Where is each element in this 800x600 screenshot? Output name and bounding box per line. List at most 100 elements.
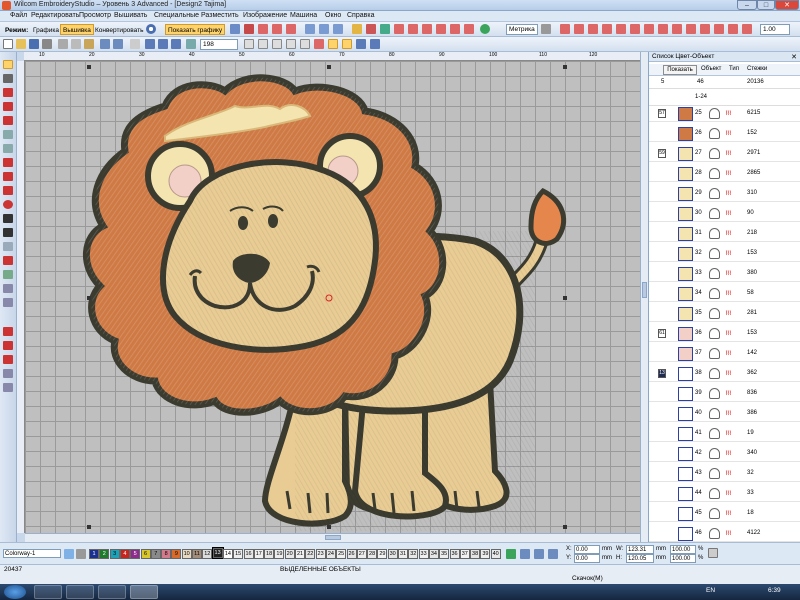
- tatami-icon[interactable]: [272, 24, 282, 34]
- menu-window[interactable]: Окно: [325, 12, 341, 19]
- hoop-icon[interactable]: [258, 39, 268, 49]
- satin-icon[interactable]: [258, 24, 268, 34]
- show-outlines-icon[interactable]: [328, 39, 338, 49]
- group-badge[interactable]: 13: [658, 369, 666, 378]
- globe-icon[interactable]: [146, 24, 156, 34]
- grid-icon[interactable]: [244, 39, 254, 49]
- stitch-edit-icon[interactable]: [3, 88, 13, 97]
- select-arrow-icon[interactable]: [3, 60, 13, 69]
- thread-color-chip[interactable]: 37: [459, 549, 470, 559]
- scale-w-field[interactable]: 100.00: [670, 545, 696, 554]
- show-stitches-icon[interactable]: [314, 39, 324, 49]
- design-canvas[interactable]: [25, 61, 640, 533]
- branch-icon[interactable]: [3, 116, 13, 125]
- object-row[interactable]: 39 ⌇⌇⌇ 836: [649, 386, 800, 402]
- panel-close-icon[interactable]: ✕: [791, 53, 797, 61]
- design-icon[interactable]: [230, 24, 240, 34]
- thread-color-chip[interactable]: 13: [211, 547, 224, 559]
- thread-color-chip[interactable]: 1: [89, 549, 99, 559]
- thread-color-chip[interactable]: 31: [398, 549, 408, 559]
- menu-embroider[interactable]: Вышивать: [114, 12, 147, 19]
- thread-color-chip[interactable]: 33: [418, 549, 429, 559]
- menu-help[interactable]: Справка: [347, 12, 374, 19]
- object-row[interactable]: 61 36 ⌇⌇⌇ 153: [649, 326, 800, 342]
- column-a-icon[interactable]: [3, 172, 13, 181]
- menu-image[interactable]: Изображение: [243, 12, 287, 19]
- object-row[interactable]: 46 ⌇⌇⌇ 4122: [649, 526, 800, 542]
- x-field[interactable]: 0.00: [574, 545, 600, 554]
- copy-icon[interactable]: [71, 39, 81, 49]
- zoom-field[interactable]: 198: [200, 39, 238, 50]
- cross-stitch-icon[interactable]: [714, 24, 724, 34]
- pull-comp-icon[interactable]: [366, 24, 376, 34]
- artistic-icon[interactable]: [370, 39, 380, 49]
- object-row[interactable]: 40 ⌇⌇⌇ 386: [649, 406, 800, 422]
- show-graphics-button[interactable]: Показать графику: [165, 24, 226, 35]
- trim-icon[interactable]: [408, 24, 418, 34]
- realistic-icon[interactable]: [356, 39, 366, 49]
- object-thumbnail[interactable]: [678, 307, 693, 321]
- object-thumbnail[interactable]: [678, 407, 693, 421]
- fill-type-icon[interactable]: [630, 24, 640, 34]
- object-row[interactable]: 31 ⌇⌇⌇ 218: [649, 226, 800, 242]
- connectors-icon[interactable]: [286, 39, 296, 49]
- object-thumbnail[interactable]: [678, 347, 693, 361]
- show-button[interactable]: Показать: [663, 65, 697, 75]
- object-thumbnail[interactable]: [678, 487, 693, 501]
- colorway-icon[interactable]: [64, 549, 74, 559]
- thread-color-chip[interactable]: 35: [439, 549, 450, 559]
- object-thumbnail[interactable]: [678, 447, 693, 461]
- undo-icon[interactable]: [100, 39, 110, 49]
- object-thumbnail[interactable]: [678, 527, 693, 541]
- thread-color-chip[interactable]: 40: [490, 549, 501, 559]
- thread-color-chip[interactable]: 12: [202, 549, 213, 559]
- auto-digitize-icon[interactable]: [3, 256, 13, 265]
- lettering-icon[interactable]: [333, 24, 343, 34]
- thread-color-chip[interactable]: 11: [192, 549, 202, 559]
- object-row[interactable]: 45 ⌇⌇⌇ 18: [649, 506, 800, 522]
- thread-add-icon[interactable]: [548, 549, 558, 559]
- columns-icon[interactable]: [728, 24, 738, 34]
- closed-object-icon[interactable]: [3, 144, 13, 153]
- object-thumbnail[interactable]: [678, 427, 693, 441]
- thread-color-chip[interactable]: 7: [150, 549, 161, 559]
- sequin-icon[interactable]: [3, 327, 13, 336]
- bead-icon[interactable]: [3, 341, 13, 350]
- close-button[interactable]: ✕: [775, 0, 799, 10]
- rotate-right-icon[interactable]: [158, 39, 168, 49]
- stitch-length-icon[interactable]: [450, 24, 460, 34]
- object-row[interactable]: 35 ⌇⌇⌇ 281: [649, 306, 800, 322]
- thread-sort-icon[interactable]: [534, 549, 544, 559]
- menu-view[interactable]: Просмотр: [79, 12, 111, 19]
- object-row[interactable]: 41 ⌇⌇⌇ 19: [649, 426, 800, 442]
- outline-icon[interactable]: [305, 24, 315, 34]
- contour-icon[interactable]: [658, 24, 668, 34]
- lock-icon[interactable]: [422, 24, 432, 34]
- thread-color-chip[interactable]: 28: [367, 549, 378, 559]
- object-row[interactable]: 32 ⌇⌇⌇ 153: [649, 246, 800, 262]
- maximize-button[interactable]: □: [757, 0, 775, 10]
- object-thumbnail[interactable]: [678, 467, 693, 481]
- object-thumbnail[interactable]: [678, 287, 693, 301]
- knife-icon[interactable]: [3, 102, 13, 111]
- thread-color-chip[interactable]: 8: [161, 549, 172, 559]
- object-row[interactable]: 37 ⌇⌇⌇ 142: [649, 346, 800, 362]
- step-icon[interactable]: [742, 24, 752, 34]
- minimize-button[interactable]: –: [737, 0, 757, 10]
- object-row[interactable]: 34 ⌇⌇⌇ 58: [649, 286, 800, 302]
- thread-color-chip[interactable]: 2: [99, 549, 110, 559]
- object-thumbnail[interactable]: [678, 187, 693, 201]
- thread-color-chip[interactable]: 5: [130, 549, 141, 559]
- monogram-icon[interactable]: [3, 228, 13, 237]
- scale-h-field[interactable]: 100.00: [670, 554, 696, 563]
- thread-color-chip[interactable]: 39: [480, 549, 491, 559]
- y-field[interactable]: 0.00: [574, 554, 600, 563]
- clock[interactable]: 6:39: [768, 587, 781, 594]
- thread-color-chip[interactable]: 9: [171, 549, 182, 559]
- tru-view-icon[interactable]: [342, 39, 352, 49]
- units-select[interactable]: Метрика: [506, 24, 538, 35]
- thread-color-chip[interactable]: 32: [408, 549, 419, 559]
- thread-color-chip[interactable]: 4: [119, 549, 130, 559]
- object-row[interactable]: 57 25 ⌇⌇⌇ 6215: [649, 106, 800, 122]
- needle-points-icon[interactable]: [300, 39, 310, 49]
